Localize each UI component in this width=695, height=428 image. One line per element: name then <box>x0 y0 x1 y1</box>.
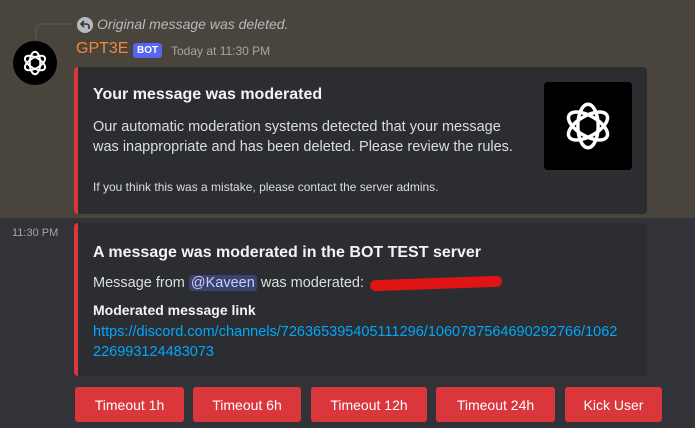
reply-spine <box>35 23 71 39</box>
timestamp: Today at 11:30 PM <box>171 44 271 58</box>
embed-description: Our automatic moderation systems detecte… <box>93 117 513 157</box>
reply-arrow-icon <box>77 17 93 33</box>
timeout-1h-button[interactable]: Timeout 1h <box>75 387 184 422</box>
timeout-12h-button[interactable]: Timeout 12h <box>311 387 427 422</box>
desc-prefix: Message from <box>93 275 185 291</box>
moderated-message-link[interactable]: https://discord.com/channels/72636539540… <box>93 322 633 362</box>
server-moderation-embed: A message was moderated in the BOT TEST … <box>74 223 647 376</box>
embed-title: A message was moderated in the BOT TEST … <box>93 244 481 261</box>
bot-tag: BOT <box>133 43 163 58</box>
openai-logo-icon <box>566 102 610 150</box>
embed-description-line: Our automatic moderation systems detecte… <box>93 119 501 135</box>
timeout-6h-button[interactable]: Timeout 6h <box>193 387 301 422</box>
openai-logo-icon <box>23 50 47 76</box>
user-mention[interactable]: @Kaveen <box>188 275 257 291</box>
link-line[interactable]: 226993124483073 <box>93 342 633 362</box>
embed-description: Message from @Kaveen was moderated: <box>93 273 503 293</box>
redacted-content <box>369 275 503 291</box>
moderation-embed: Your message was moderated Our automatic… <box>74 67 647 214</box>
avatar[interactable] <box>13 41 57 85</box>
embed-footer: If you think this was a mistake, please … <box>93 180 439 194</box>
kick-user-button[interactable]: Kick User <box>565 387 662 422</box>
embed-description-line: was inappropriate and has been deleted. … <box>93 139 513 155</box>
link-line[interactable]: https://discord.com/channels/72636539540… <box>93 322 633 342</box>
username[interactable]: GPT3E <box>76 40 128 58</box>
reply-text[interactable]: Original message was deleted. <box>97 16 288 32</box>
desc-suffix: was moderated: <box>260 275 365 291</box>
timeout-24h-button[interactable]: Timeout 24h <box>436 387 555 422</box>
field-name: Moderated message link <box>93 302 256 318</box>
hover-timestamp: 11:30 PM <box>12 227 59 239</box>
embed-thumbnail[interactable] <box>544 82 632 170</box>
embed-title: Your message was moderated <box>93 86 323 103</box>
